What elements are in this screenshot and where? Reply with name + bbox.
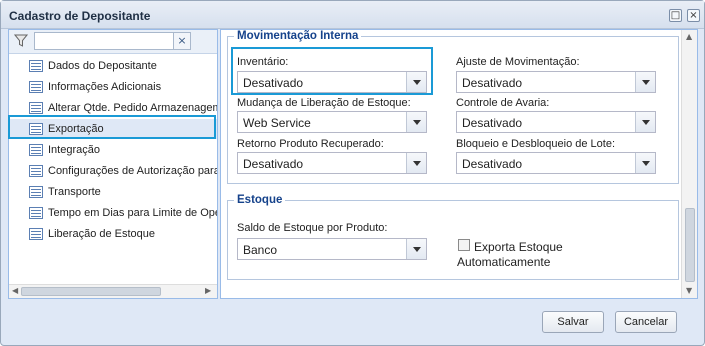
chevron-down-icon[interactable] [635, 153, 655, 173]
mudanca-liberacao-label: Mudança de Liberação de Estoque: [237, 97, 411, 109]
selection-highlight [8, 115, 216, 139]
bloqueio-lote-select[interactable]: Desativado [456, 152, 656, 174]
controle-avaria-label: Controle de Avaria: [456, 97, 550, 109]
select-value: Banco [243, 243, 278, 257]
scroll-up-icon[interactable]: ▲ [686, 32, 692, 41]
select-value: Web Service [243, 116, 311, 130]
form-icon [29, 207, 43, 219]
nav-item-label: Integração [48, 144, 100, 156]
form-icon [29, 165, 43, 177]
scroll-right-icon[interactable]: ▶ [205, 286, 211, 295]
select-value: Desativado [462, 157, 523, 171]
select-value: Desativado [462, 76, 523, 90]
scrollbar-thumb[interactable] [21, 287, 161, 296]
chevron-down-icon[interactable] [635, 72, 655, 92]
funnel-icon[interactable] [14, 34, 28, 48]
nav-item-label: Informações Adicionais [48, 81, 162, 93]
chevron-down-icon[interactable] [406, 112, 426, 132]
form-icon [29, 228, 43, 240]
retorno-produto-select[interactable]: Desativado [237, 152, 427, 174]
nav-item-configuracoes-autorizacao[interactable]: Configurações de Autorização para [9, 161, 217, 181]
ajuste-movimentacao-select[interactable]: Desativado [456, 71, 656, 93]
fieldset-estoque: Estoque [227, 194, 679, 280]
nav-list: Dados do Depositante Informações Adicion… [9, 54, 217, 284]
retorno-produto-label: Retorno Produto Recuperado: [237, 138, 384, 150]
nav-item-transporte[interactable]: Transporte [9, 182, 217, 202]
filter-input[interactable] [34, 32, 174, 50]
scroll-down-icon[interactable]: ▼ [686, 286, 692, 295]
controle-avaria-select[interactable]: Desativado [456, 111, 656, 133]
chevron-down-icon[interactable] [406, 239, 426, 259]
nav-item-informacoes-adicionais[interactable]: Informações Adicionais [9, 77, 217, 97]
restore-icon[interactable]: □ [669, 9, 682, 22]
chevron-down-icon[interactable] [635, 112, 655, 132]
form-icon [29, 81, 43, 93]
nav-item-label: Dados do Depositante [48, 60, 157, 72]
form-icon [29, 102, 43, 114]
nav-item-dados-depositante[interactable]: Dados do Depositante [9, 56, 217, 76]
fieldset-legend: Movimentação Interna [237, 30, 359, 42]
scroll-left-icon[interactable]: ◀ [12, 286, 18, 295]
saldo-estoque-select[interactable]: Banco [237, 238, 427, 260]
dialog-window: Cadastro de Depositante □ × × Dados do D… [0, 0, 705, 346]
nav-item-tempo-em-dias[interactable]: Tempo em Dias para Limite de Oper [9, 203, 217, 223]
mudanca-liberacao-select[interactable]: Web Service [237, 111, 427, 133]
nav-item-label: Liberação de Estoque [48, 228, 156, 240]
exporta-estoque-checkbox[interactable] [458, 239, 470, 251]
form-icon [29, 60, 43, 72]
clear-filter-icon[interactable]: × [173, 32, 191, 50]
exporta-estoque-label: Exporta Estoque [474, 240, 563, 254]
bloqueio-lote-label: Bloqueio e Desbloqueio de Lote: [456, 138, 616, 150]
nav-item-label: Tempo em Dias para Limite de Oper [48, 207, 217, 219]
chevron-down-icon[interactable] [406, 153, 426, 173]
save-button[interactable]: Salvar [542, 311, 604, 333]
exporta-estoque-label-line2: Automaticamente [457, 255, 551, 269]
scrollbar-thumb[interactable] [685, 208, 695, 282]
horizontal-scrollbar[interactable]: ◀ ▶ [9, 284, 217, 298]
saldo-estoque-label: Saldo de Estoque por Produto: [237, 222, 388, 234]
nav-item-integracao[interactable]: Integração [9, 140, 217, 160]
form-icon [29, 144, 43, 156]
filter-bar: × [9, 30, 217, 54]
form-icon [29, 186, 43, 198]
vertical-scrollbar[interactable]: ▲ ▼ [681, 30, 697, 298]
ajuste-movimentacao-label: Ajuste de Movimentação: [456, 56, 580, 68]
select-value: Desativado [462, 116, 523, 130]
fieldset-legend: Estoque [237, 194, 283, 206]
window-title: Cadastro de Depositante [9, 9, 151, 23]
close-icon[interactable]: × [687, 9, 700, 22]
nav-item-label: Configurações de Autorização para [48, 165, 217, 177]
titlebar[interactable]: Cadastro de Depositante □ × [1, 1, 704, 29]
navigation-panel: × Dados do Depositante Informações Adici… [8, 29, 218, 299]
nav-item-label: Transporte [48, 186, 101, 198]
nav-item-liberacao-estoque[interactable]: Liberação de Estoque [9, 224, 217, 244]
select-value: Desativado [243, 157, 304, 171]
inventario-highlight [231, 47, 433, 95]
cancel-button[interactable]: Cancelar [615, 311, 677, 333]
